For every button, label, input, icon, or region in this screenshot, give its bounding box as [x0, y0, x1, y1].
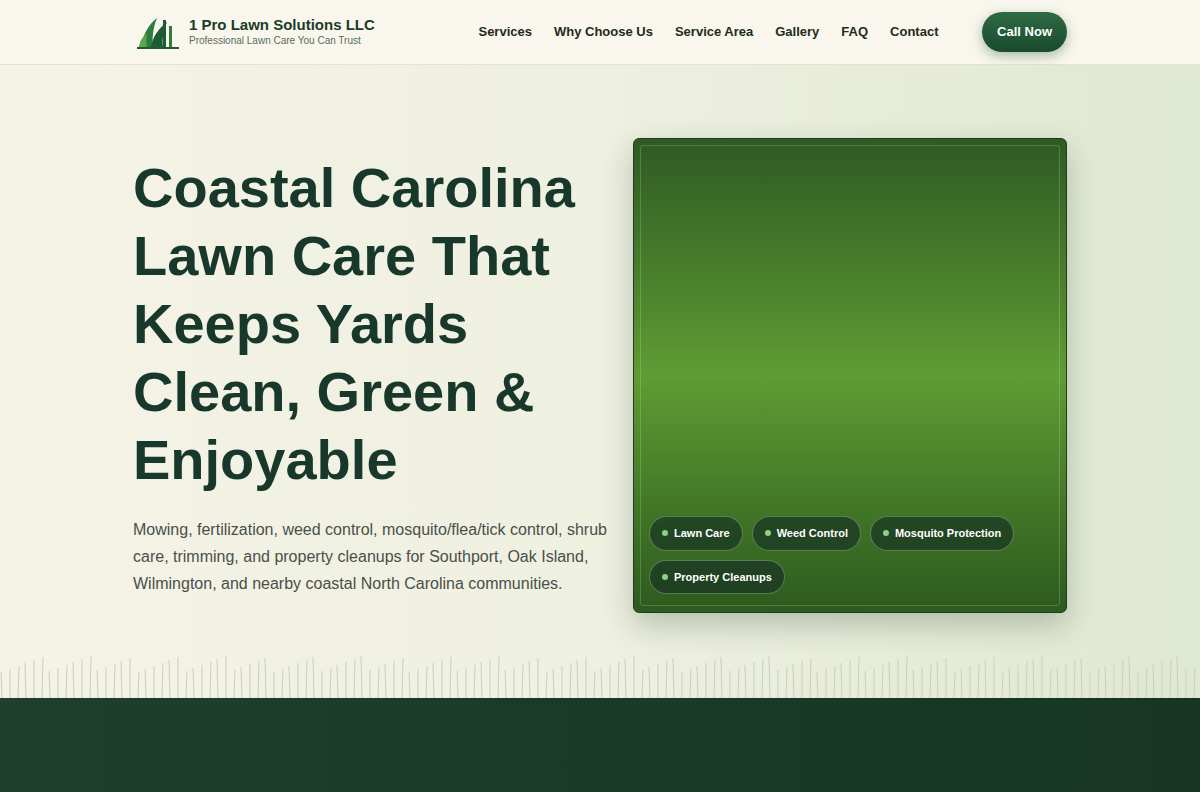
grass-decoration-icon: [0, 650, 1200, 698]
tag-dot-icon: [662, 574, 668, 580]
image-tags: Lawn Care Weed Control Mosquito Protection…: [649, 516, 1039, 594]
dark-band: [0, 698, 1200, 792]
nav-link[interactable]: Contact: [890, 22, 938, 42]
nav-link[interactable]: Gallery: [775, 22, 819, 42]
hero-heading: Coastal Carolina Lawn Care That Keeps Ya…: [133, 154, 613, 494]
nav-link[interactable]: FAQ: [841, 22, 868, 42]
image-tag: Mosquito Protection: [870, 516, 1014, 551]
hero-description: Mowing, fertilization, weed control, mos…: [133, 516, 613, 597]
tag-dot-icon: [883, 530, 889, 536]
site-header: 1 Pro Lawn Solutions LLCProfessional Law…: [0, 0, 1200, 65]
tag-dot-icon: [765, 530, 771, 536]
nav-link[interactable]: Service Area: [675, 22, 753, 42]
image-tag: Property Cleanups: [649, 560, 785, 595]
brand-name: 1 Pro Lawn Solutions LLC: [189, 16, 375, 34]
hero: Coastal Carolina Lawn Care That Keeps Ya…: [0, 65, 1200, 698]
main-nav: Services Why Choose Us Service Area Gallery…: [478, 22, 938, 42]
hero-image: Lawn Care Weed Control Mosquito Protection…: [633, 138, 1067, 613]
nav-link[interactable]: Why Choose Us: [554, 22, 653, 42]
image-tag: Weed Control: [752, 516, 861, 551]
logo-icon: [137, 14, 179, 50]
nav-link[interactable]: Services: [478, 22, 532, 42]
call-now-button[interactable]: Call Now: [982, 12, 1067, 52]
brand[interactable]: 1 Pro Lawn Solutions LLCProfessional Law…: [133, 14, 375, 50]
image-tag: Lawn Care: [649, 516, 743, 551]
brand-tagline: Professional Lawn Care You Can Trust: [189, 34, 375, 48]
page: 1 Pro Lawn Solutions LLCProfessional Law…: [0, 0, 1200, 792]
hero-text: Coastal Carolina Lawn Care That Keeps Ya…: [133, 154, 613, 597]
tag-dot-icon: [662, 530, 668, 536]
